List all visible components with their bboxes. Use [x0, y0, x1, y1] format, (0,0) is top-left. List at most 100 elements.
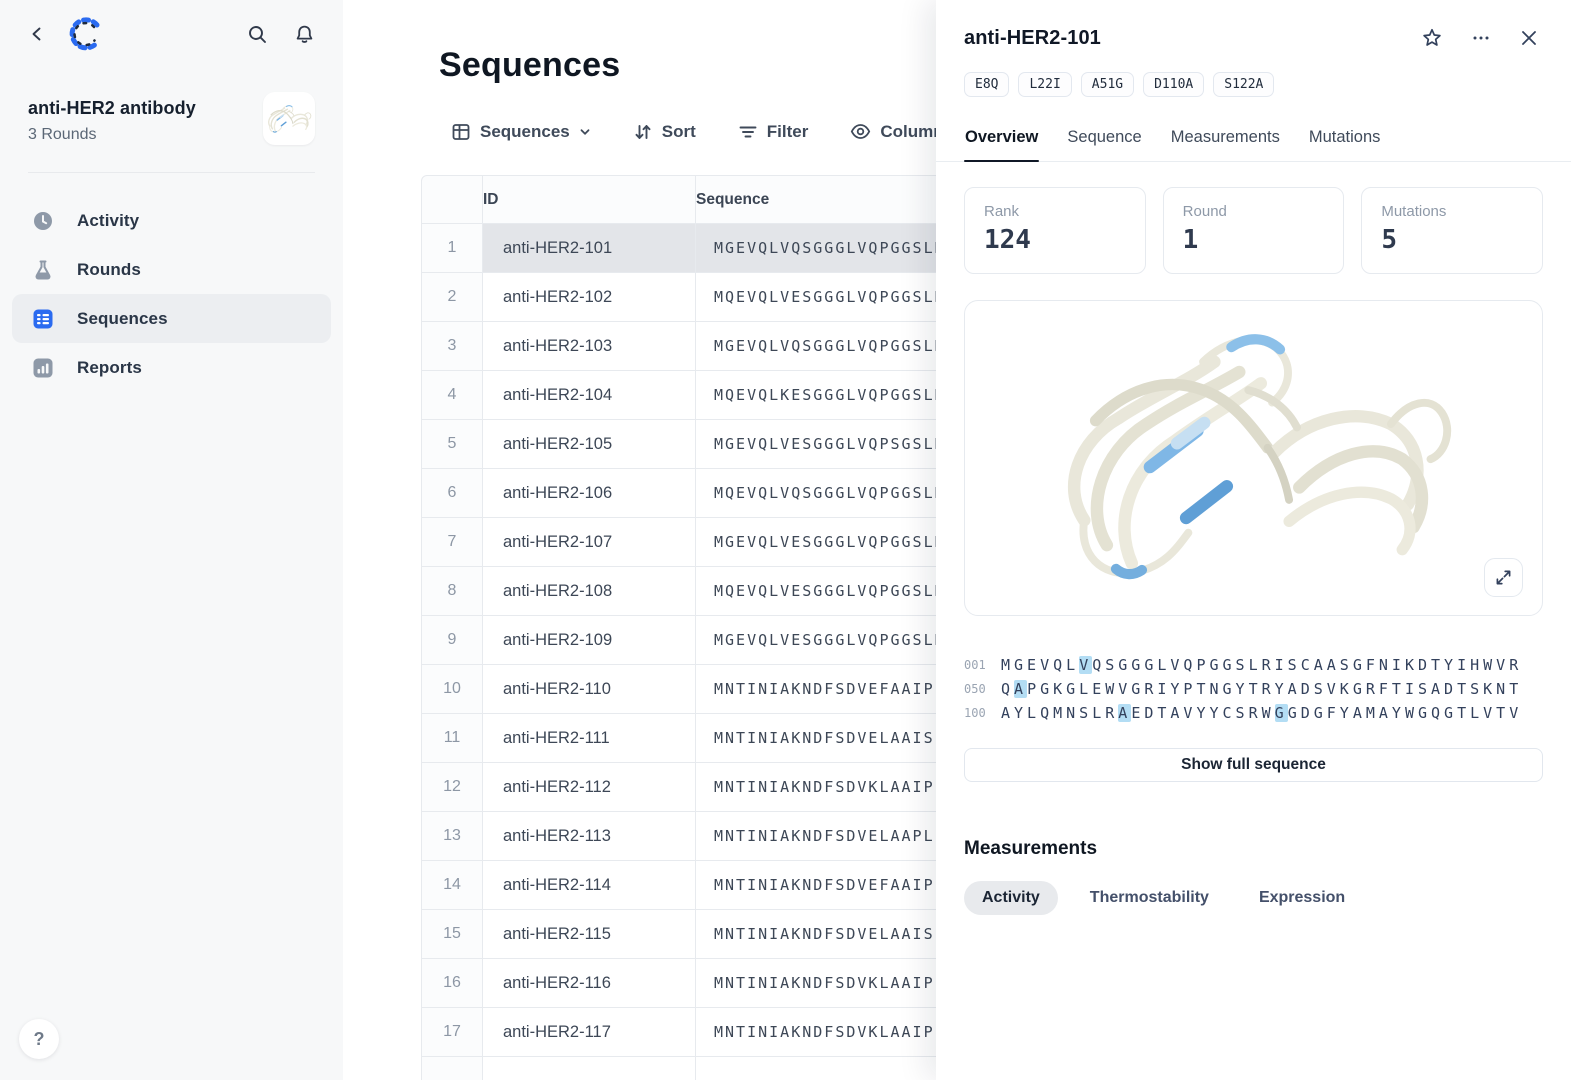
back-icon: [28, 25, 46, 43]
row-number: 9: [421, 616, 483, 665]
sequence-id-cell[interactable]: anti-HER2-111: [483, 714, 696, 763]
sequence-id-cell[interactable]: anti-HER2-105: [483, 420, 696, 469]
measurement-option-expression[interactable]: Expression: [1241, 881, 1363, 915]
stat-value: 124: [984, 225, 1126, 255]
filter-icon: [738, 122, 758, 142]
row-number-header: [421, 175, 483, 224]
id-column-header[interactable]: ID: [483, 175, 696, 224]
stat-card-rank: Rank 124: [964, 187, 1146, 274]
app-logo[interactable]: [64, 13, 106, 55]
stat-value: 5: [1381, 225, 1523, 255]
sequence-id-cell[interactable]: anti-HER2-108: [483, 567, 696, 616]
row-number: 10: [421, 665, 483, 714]
logo-dashed-c-icon: [64, 13, 106, 55]
expand-icon: [1495, 569, 1512, 586]
tab-sequence[interactable]: Sequence: [1066, 118, 1142, 161]
row-number: 16: [421, 959, 483, 1008]
notifications-button[interactable]: [290, 20, 319, 49]
sequence-line-number: 050: [964, 682, 1001, 696]
stat-value: 1: [1183, 225, 1325, 255]
detail-panel: anti-HER2-101 E8QL22IA51GD110AS122A Over…: [936, 0, 1571, 1080]
back-button[interactable]: [24, 21, 50, 47]
row-number: 3: [421, 322, 483, 371]
row-number: 1: [421, 224, 483, 273]
bar-chart-icon: [32, 357, 54, 379]
sequence-line: 050QAPGKGLEWVGRIYPTNGYTRYADSVKGRFTISADTS…: [964, 677, 1543, 701]
mutation-chip[interactable]: A51G: [1081, 72, 1134, 97]
grid-icon: [451, 122, 471, 142]
sequence-id-cell[interactable]: anti-HER2-113: [483, 812, 696, 861]
row-number: 8: [421, 567, 483, 616]
clock-icon: [32, 210, 54, 232]
measurement-option-thermostability[interactable]: Thermostability: [1072, 881, 1227, 915]
sequence-id-cell[interactable]: anti-HER2-110: [483, 665, 696, 714]
tab-mutations[interactable]: Mutations: [1308, 118, 1382, 161]
row-number: 15: [421, 910, 483, 959]
stat-label: Round: [1183, 203, 1325, 220]
mutation-highlight: A: [1014, 680, 1027, 698]
sidebar-nav: Activity Rounds Sequences Reports: [12, 196, 331, 392]
toolbar-view-button[interactable]: Sequences: [451, 122, 591, 142]
project-rounds: 3 Rounds: [28, 126, 263, 144]
help-button[interactable]: ?: [19, 1019, 59, 1059]
stat-card-round: Round 1: [1163, 187, 1345, 274]
sequence-id-cell[interactable]: anti-HER2-103: [483, 322, 696, 371]
mutation-chip[interactable]: S122A: [1213, 72, 1274, 97]
close-icon: [1519, 28, 1539, 48]
sequence-id-cell[interactable]: anti-HER2-115: [483, 910, 696, 959]
mutation-chips: E8Q L22I A51G D110A S122A: [964, 72, 1543, 97]
mutation-chip[interactable]: L22I: [1018, 72, 1071, 97]
sequence-id-cell[interactable]: anti-HER2-117: [483, 1008, 696, 1057]
sequence-id-cell[interactable]: anti-HER2-107: [483, 518, 696, 567]
mutation-highlight: G: [1275, 704, 1288, 722]
mutation-chip[interactable]: D110A: [1143, 72, 1204, 97]
sidebar-item-reports[interactable]: Reports: [12, 343, 331, 392]
close-panel-button[interactable]: [1515, 24, 1543, 52]
mutation-chip[interactable]: E8Q: [964, 72, 1009, 97]
row-number: 4: [421, 371, 483, 420]
row-number: 13: [421, 812, 483, 861]
sidebar-item-sequences[interactable]: Sequences: [12, 294, 331, 343]
stat-label: Rank: [984, 203, 1126, 220]
toolbar-filter-label: Filter: [767, 122, 809, 142]
panel-title: anti-HER2-101: [964, 27, 1417, 50]
mutation-highlight: A: [1118, 704, 1131, 722]
structure-viewer[interactable]: [964, 300, 1543, 616]
measurement-option-activity[interactable]: Activity: [964, 881, 1058, 915]
sequence-id-cell[interactable]: anti-HER2-101: [483, 224, 696, 273]
row-number: 14: [421, 861, 483, 910]
sidebar: anti-HER2 antibody 3 Rounds ActivityRoun…: [0, 0, 343, 1080]
sequence-id-cell[interactable]: anti-HER2-104: [483, 371, 696, 420]
more-options-button[interactable]: [1467, 24, 1495, 52]
row-number: 7: [421, 518, 483, 567]
expand-viewer-button[interactable]: [1484, 558, 1523, 597]
sequence-id-cell[interactable]: anti-HER2-109: [483, 616, 696, 665]
favorite-button[interactable]: [1417, 23, 1447, 53]
sidebar-item-activity[interactable]: Activity: [12, 196, 331, 245]
sequence-id-cell[interactable]: anti-HER2-106: [483, 469, 696, 518]
sidebar-divider: [28, 172, 315, 173]
row-number: 6: [421, 469, 483, 518]
flask-icon: [32, 259, 54, 281]
table-blue-icon: [32, 308, 54, 330]
chevron-down-icon: [579, 126, 591, 138]
sequence-id-cell[interactable]: anti-HER2-102: [483, 273, 696, 322]
toolbar-sort-button[interactable]: Sort: [633, 122, 696, 142]
row-number: 5: [421, 420, 483, 469]
tab-overview[interactable]: Overview: [964, 118, 1039, 161]
sequence-line-text: AYLQMNSLRAEDTAVYYCSRWGGDGFYAMAYWGQGTLVTV: [1001, 704, 1522, 722]
eye-icon: [850, 121, 871, 142]
row-number: 2: [421, 273, 483, 322]
sort-icon: [633, 122, 653, 142]
sidebar-item-label: Sequences: [77, 309, 168, 329]
sequence-id-cell[interactable]: anti-HER2-112: [483, 763, 696, 812]
search-button[interactable]: [243, 20, 272, 49]
tab-measurements[interactable]: Measurements: [1170, 118, 1281, 161]
sequence-line-number: 001: [964, 658, 1001, 672]
sidebar-item-rounds[interactable]: Rounds: [12, 245, 331, 294]
sidebar-item-label: Activity: [77, 211, 139, 231]
sequence-id-cell[interactable]: anti-HER2-116: [483, 959, 696, 1008]
sequence-id-cell[interactable]: anti-HER2-114: [483, 861, 696, 910]
show-full-sequence-button[interactable]: Show full sequence: [964, 748, 1543, 782]
toolbar-filter-button[interactable]: Filter: [738, 122, 809, 142]
